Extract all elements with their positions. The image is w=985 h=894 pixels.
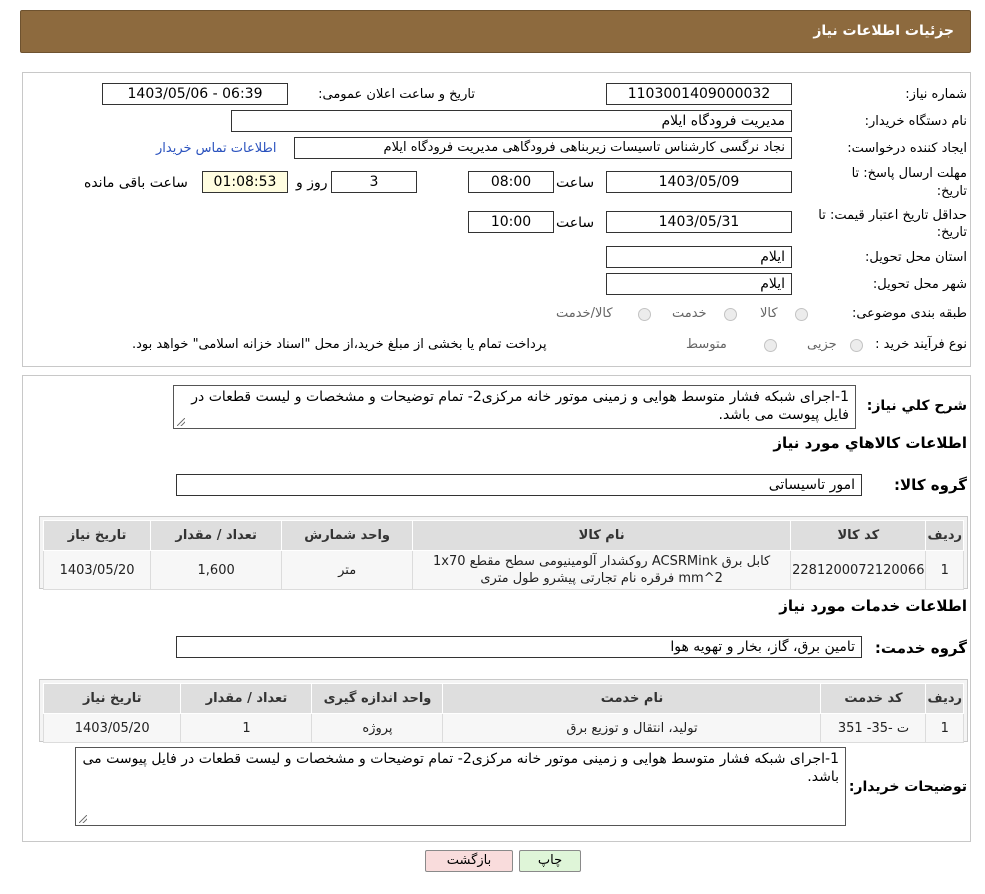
services-cell-qty: 1 [180, 713, 313, 743]
category-option-service: خدمت [672, 306, 707, 321]
days-field: 3 [331, 171, 417, 193]
announce-label: تاریخ و ساعت اعلان عمومی: [318, 87, 475, 102]
validity-date-field: 1403/05/31 [606, 211, 792, 233]
goods-name-line1: کابل برق ACSRMink روکشدار آلومینیومی سطح… [433, 554, 771, 569]
city-label: شهر محل تحویل: [872, 277, 967, 292]
goods-col-qty: تعداد / مقدار [150, 520, 283, 551]
print-button[interactable]: چاپ [519, 850, 581, 872]
back-button[interactable]: بازگشت [425, 850, 513, 872]
deadline-label-2: تاریخ: [936, 184, 967, 199]
buyer-org-label: نام دستگاه خریدار: [864, 114, 967, 129]
goods-section-title: اطلاعات کالاهاي مورد نياز [773, 434, 967, 452]
requester-field: نجاد نرگسی کارشناس تاسیسات زیربناهی فرود… [294, 137, 792, 159]
goods-name-line2: mm^2 فرقره نام تجارتی پیشرو طول متری [480, 571, 723, 586]
goods-cell-name: کابل برق ACSRMink روکشدار آلومینیومی سطح… [412, 550, 792, 590]
goods-cell-date: 1403/05/20 [42, 550, 152, 590]
buyer-notes-field: 1-اجرای شبکه فشار متوسط هوایی و زمینی مو… [75, 747, 846, 826]
services-group-field: تامین برق، گاز، بخار و تهویه هوا [176, 636, 862, 658]
page-header: جزئیات اطلاعات نیاز [20, 10, 971, 53]
services-col-code: کد خدمت [820, 683, 927, 714]
process-option-minor: جزیی [807, 337, 837, 352]
services-col-index: رديف [925, 683, 964, 714]
table-row: 1 ت -35- 351 تولید، انتقال و توزیع برق پ… [42, 713, 964, 743]
goods-cell-qty: 1,600 [150, 550, 283, 590]
category-radio-goods[interactable] [795, 308, 808, 321]
announce-field: 1403/05/06 - 06:39 [102, 83, 288, 105]
province-field: ایلام [606, 246, 792, 268]
need-number-label: شماره نیاز: [905, 87, 967, 102]
goods-col-unit: واحد شمارش [281, 520, 414, 551]
resize-grip-icon[interactable] [79, 815, 87, 823]
services-col-unit: واحد اندازه گیری [311, 683, 444, 714]
description-label: شرح کلي نياز: [866, 398, 967, 414]
buyer-contact-link[interactable]: اطلاعات تماس خریدار [156, 141, 276, 156]
services-cell-index: 1 [925, 713, 964, 743]
goods-col-date: تاریخ نیاز [42, 520, 152, 551]
buyer-notes-text: 1-اجرای شبکه فشار متوسط هوایی و زمینی مو… [82, 751, 839, 785]
goods-cell-code: 2281200072120066 [790, 550, 927, 590]
services-cell-date: 1403/05/20 [42, 713, 182, 743]
province-label: استان محل تحویل: [865, 250, 967, 265]
deadline-date-field: 1403/05/09 [606, 171, 792, 193]
resize-grip-icon[interactable] [177, 418, 185, 426]
services-cell-name: تولید، انتقال و توزیع برق [442, 713, 822, 743]
validity-label: حداقل تاریخ اعتبار قیمت: تا [818, 208, 967, 223]
services-cell-code: ت -35- 351 [820, 713, 927, 743]
deadline-time-word: ساعت [556, 175, 595, 191]
process-label: نوع فرآیند خرید : [875, 337, 967, 352]
category-radio-service[interactable] [724, 308, 737, 321]
remaining-label: ساعت باقی مانده [84, 175, 188, 191]
process-radio-medium[interactable] [764, 339, 777, 352]
description-field: 1-اجرای شبکه فشار متوسط هوایی و زمینی مو… [173, 385, 856, 429]
days-word: روز و [296, 175, 328, 191]
deadline-time-field: 08:00 [468, 171, 554, 193]
goods-cell-unit: متر [281, 550, 414, 590]
validity-time-word: ساعت [556, 215, 595, 231]
table-row: 1 2281200072120066 کابل برق ACSRMink روک… [42, 550, 964, 590]
buyer-notes-label: توضیحات خریدار: [848, 779, 967, 795]
description-text: 1-اجرای شبکه فشار متوسط هوایی و زمینی مو… [191, 389, 849, 423]
services-cell-unit: پروژه [311, 713, 444, 743]
process-option-medium: متوسط [686, 337, 727, 352]
validity-time-field: 10:00 [468, 211, 554, 233]
goods-col-name: نام کالا [412, 520, 792, 551]
services-table: رديف کد خدمت نام خدمت واحد اندازه گیری ت… [39, 679, 968, 743]
validity-label-2: تاریخ: [936, 225, 967, 240]
goods-cell-index: 1 [925, 550, 964, 590]
city-field: ایلام [606, 273, 792, 295]
goods-table: رديف کد کالا نام کالا واحد شمارش تعداد /… [39, 516, 968, 590]
remaining-time-field: 01:08:53 [202, 171, 288, 193]
buyer-org-field: مدیریت فرودگاه ایلام [231, 110, 792, 132]
goods-col-index: رديف [925, 520, 964, 551]
need-number-field: 1103001409000032 [606, 83, 792, 105]
page-title: جزئیات اطلاعات نیاز [813, 23, 954, 39]
process-note: پرداخت تمام یا بخشی از مبلغ خرید،از محل … [132, 337, 547, 352]
goods-group-label: گروه کالا: [894, 476, 967, 494]
process-radio-minor[interactable] [850, 339, 863, 352]
services-col-qty: تعداد / مقدار [180, 683, 313, 714]
category-option-both: کالا/خدمت [556, 306, 613, 321]
category-option-goods: کالا [760, 306, 778, 321]
category-radio-both[interactable] [638, 308, 651, 321]
goods-group-field: امور تاسیساتی [176, 474, 862, 496]
goods-col-code: کد کالا [790, 520, 927, 551]
services-section-title: اطلاعات خدمات مورد نياز [779, 597, 967, 615]
services-group-label: گروه خدمت: [874, 639, 967, 657]
deadline-label: مهلت ارسال پاسخ: تا [851, 166, 967, 181]
requester-label: ایجاد کننده درخواست: [847, 141, 967, 156]
services-col-name: نام خدمت [442, 683, 822, 714]
services-col-date: تاریخ نیاز [42, 683, 182, 714]
category-label: طبقه بندی موضوعی: [851, 306, 967, 321]
